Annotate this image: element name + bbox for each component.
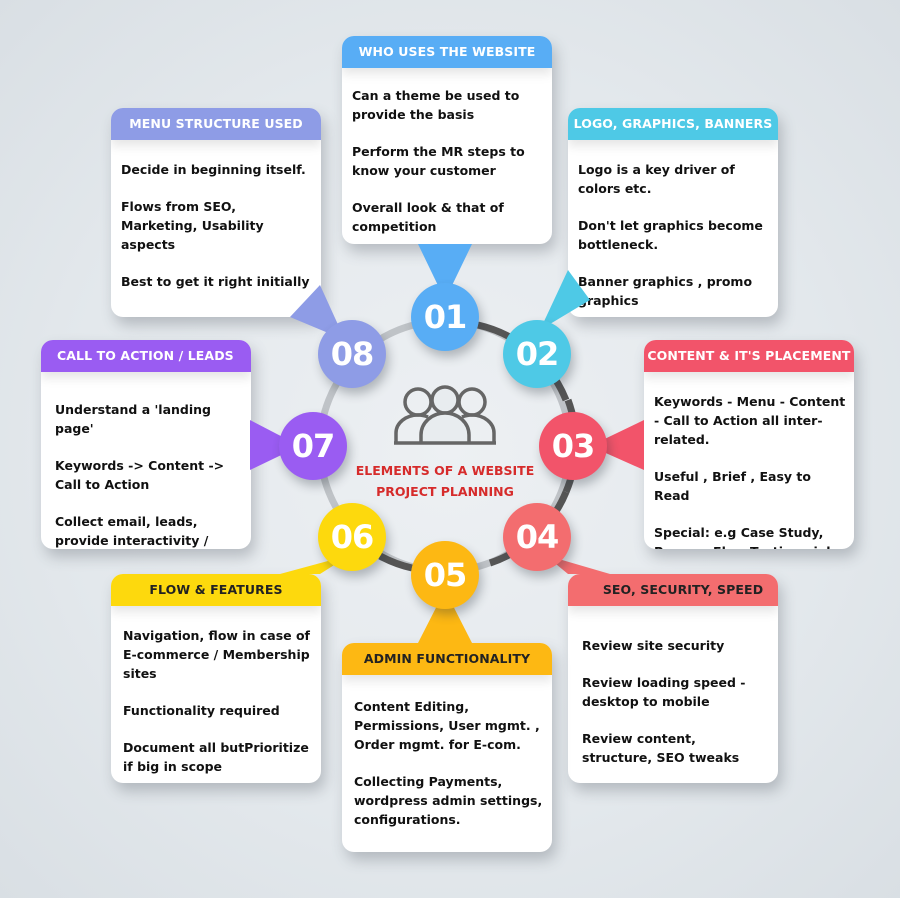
step-number-06: 06 bbox=[318, 503, 386, 571]
card-heading: ADMIN FUNCTIONALITY bbox=[342, 643, 552, 675]
step-number-03: 03 bbox=[539, 412, 607, 480]
card-heading: LOGO, GRAPHICS, BANNERS bbox=[568, 108, 778, 140]
card-heading: SEO, SECURITY, SPEED bbox=[568, 574, 778, 606]
card-heading: FLOW & FEATURES bbox=[111, 574, 321, 606]
step-number-02: 02 bbox=[503, 320, 571, 388]
card-heading: CONTENT & IT'S PLACEMENT bbox=[644, 340, 854, 372]
card-heading: WHO USES THE WEBSITE bbox=[342, 36, 552, 68]
step-number-01: 01 bbox=[411, 283, 479, 351]
card-heading: MENU STRUCTURE USED bbox=[111, 108, 321, 140]
step-number-04: 04 bbox=[503, 503, 571, 571]
step-number-07: 07 bbox=[279, 412, 347, 480]
step-number-08: 08 bbox=[318, 320, 386, 388]
card-heading: CALL TO ACTION / LEADS bbox=[41, 340, 251, 372]
step-number-05: 05 bbox=[411, 541, 479, 609]
